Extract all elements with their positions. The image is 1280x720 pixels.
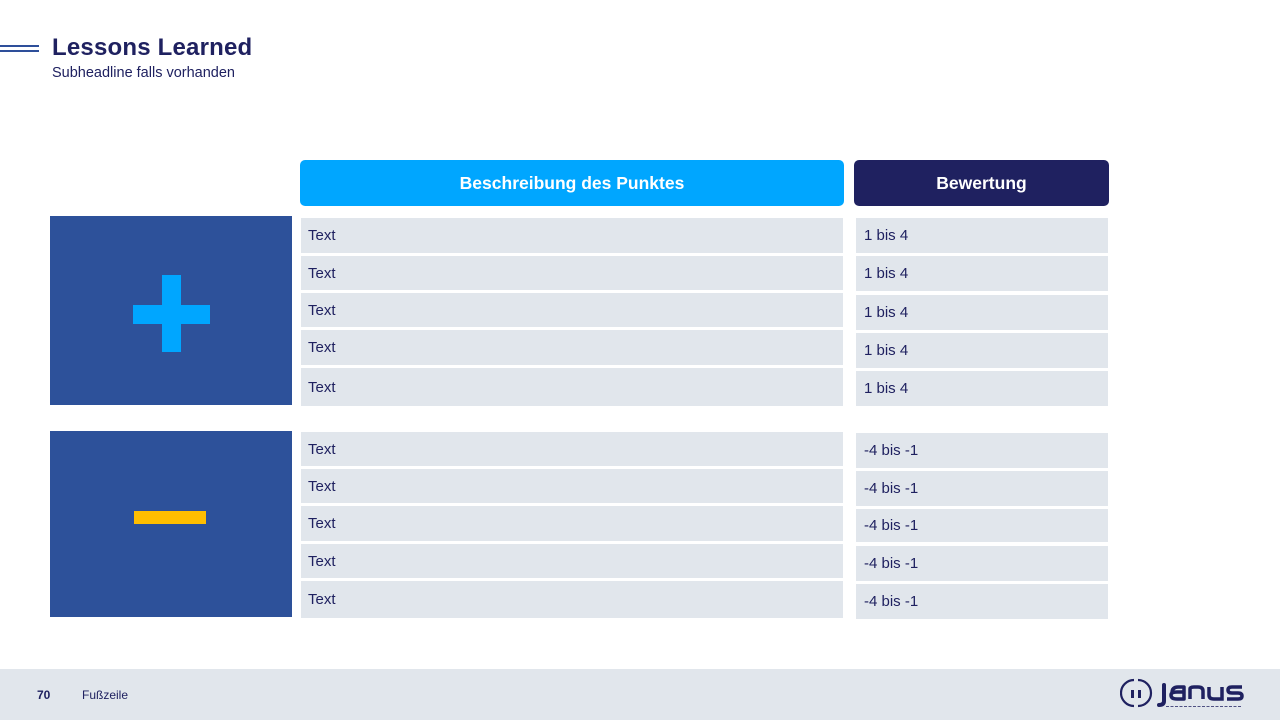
positive-row-rating: 1 bis 4 [856,371,1108,406]
negative-row-text: Text [301,544,843,578]
negative-row-text: Text [301,432,843,466]
negative-row-rating: -4 bis -1 [856,433,1108,468]
negative-row-rating: -4 bis -1 [856,509,1108,542]
page-subtitle: Subheadline falls vorhanden [52,65,235,81]
positive-row-text: Text [301,330,843,365]
janus-logo [1119,677,1246,709]
positive-block [50,216,292,405]
column-header-description: Beschreibung des Punktes [300,160,844,206]
column-header-rating: Bewertung [854,160,1109,206]
positive-row-rating: 1 bis 4 [856,256,1108,291]
page-number: 70 [37,688,51,702]
negative-row-rating: -4 bis -1 [856,546,1108,581]
footer-bar: 70 Fußzeile [0,669,1280,720]
title-accent-lines [0,45,39,52]
negative-block [50,431,292,617]
negative-row-rating: -4 bis -1 [856,471,1108,506]
positive-row-text: Text [301,293,843,327]
page-title: Lessons Learned [52,34,253,61]
positive-row-text: Text [301,368,843,406]
positive-row-text: Text [301,218,843,253]
positive-row-text: Text [301,256,843,290]
positive-row-rating: 1 bis 4 [856,218,1108,253]
footer-text: Fußzeile [82,688,129,702]
negative-row-text: Text [301,469,843,503]
positive-row-rating: 1 bis 4 [856,333,1108,368]
positive-row-rating: 1 bis 4 [856,295,1108,330]
negative-row-text: Text [301,581,843,618]
negative-row-text: Text [301,506,843,541]
negative-row-rating: -4 bis -1 [856,584,1108,619]
